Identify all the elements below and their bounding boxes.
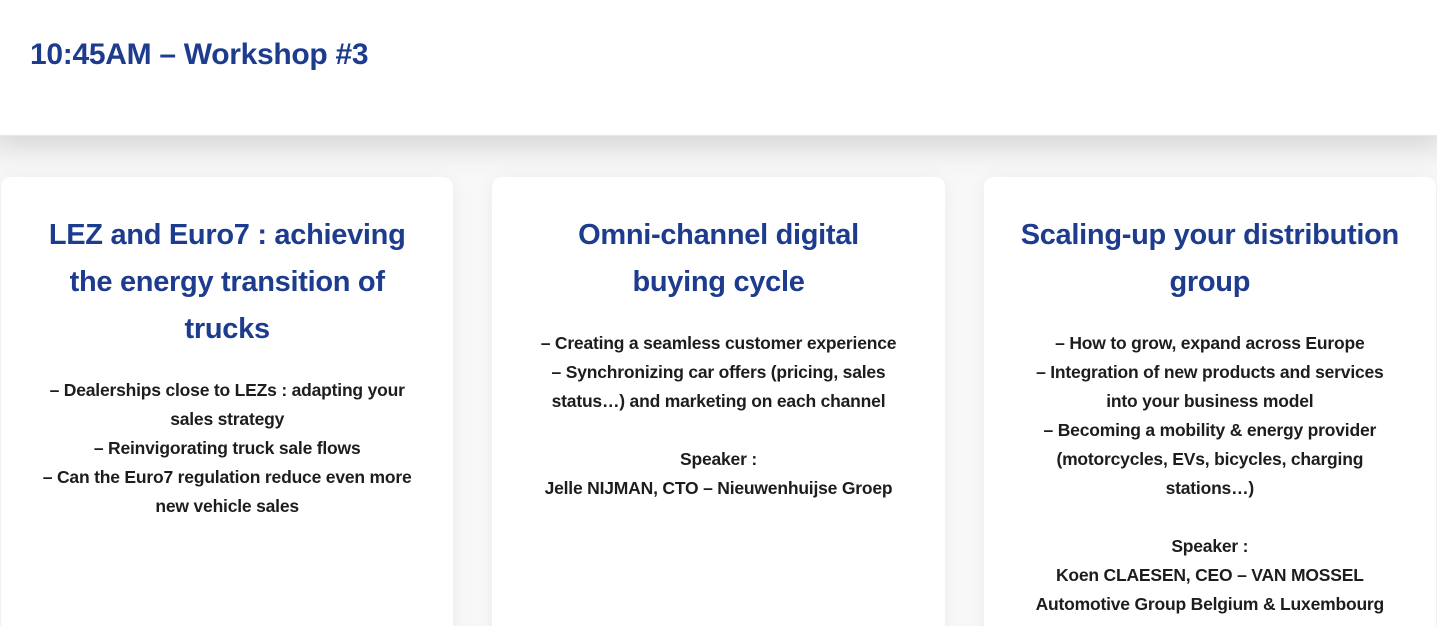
topic-item: – Becoming a mobility & energy provider …: [1010, 416, 1410, 503]
topic-item: – Dealerships close to LEZs : adapting y…: [27, 376, 427, 434]
workshops-section: LEZ and Euro7 : achieving the energy tra…: [0, 135, 1437, 626]
speaker-line: Jelle NIJMAN, CTO – Nieuwenhuijse Groep: [518, 474, 918, 503]
workshop-topics: – Creating a seamless customer experienc…: [518, 329, 918, 416]
speaker-line: Koen CLAESEN, CEO – VAN MOSSEL Automotiv…: [1010, 561, 1410, 619]
workshop-title: LEZ and Euro7 : achieving the energy tra…: [27, 212, 427, 353]
workshop-title: Omni-channel digital buying cycle: [518, 212, 918, 306]
workshop-cards: LEZ and Euro7 : achieving the energy tra…: [0, 135, 1437, 626]
workshop-time-title: 10:45AM – Workshop #3: [0, 0, 1437, 72]
topic-item: – Creating a seamless customer experienc…: [518, 329, 918, 358]
topic-item: – Can the Euro7 regulation reduce even m…: [27, 463, 427, 521]
workshop-topics: – How to grow, expand across Europe – In…: [1010, 329, 1410, 503]
section-header: 10:45AM – Workshop #3: [0, 0, 1437, 135]
speaker-block: Speaker : Koen CLAESEN, CEO – VAN MOSSEL…: [1010, 532, 1410, 619]
speaker-block: Speaker : Jelle NIJMAN, CTO – Nieuwenhui…: [518, 445, 918, 503]
workshop-card-lez-euro7: LEZ and Euro7 : achieving the energy tra…: [1, 177, 453, 626]
speaker-label: Speaker :: [1010, 532, 1410, 561]
workshop-card-scaling-up: Scaling-up your distribution group – How…: [984, 177, 1436, 626]
workshop-card-omni-channel: Omni-channel digital buying cycle – Crea…: [492, 177, 944, 626]
workshop-topics: – Dealerships close to LEZs : adapting y…: [27, 376, 427, 521]
speaker-label: Speaker :: [518, 445, 918, 474]
speaker-name: Jelle NIJMAN: [545, 478, 653, 498]
speaker-name: Koen CLAESEN: [1056, 565, 1186, 585]
topic-item: – Reinvigorating truck sale flows: [27, 434, 427, 463]
topic-item: – How to grow, expand across Europe: [1010, 329, 1410, 358]
topic-item: – Synchronizing car offers (pricing, sal…: [518, 358, 918, 416]
topic-item: – Integration of new products and servic…: [1010, 358, 1410, 416]
workshop-title: Scaling-up your distribution group: [1010, 212, 1410, 306]
speaker-role: , CTO – Nieuwenhuijse Groep: [653, 478, 892, 498]
